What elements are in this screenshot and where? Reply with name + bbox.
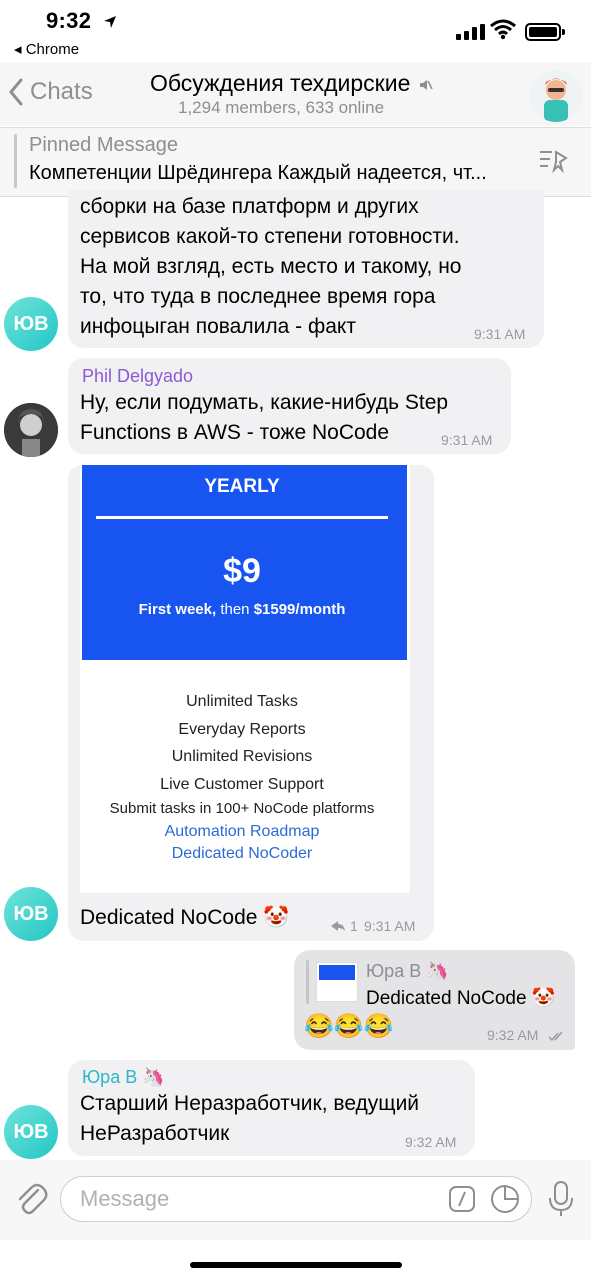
pricing-feature: Unlimited Tasks	[186, 693, 298, 710]
signal-icon	[456, 24, 485, 40]
message-time: 9:31 AM	[474, 326, 526, 342]
reply-indicator	[306, 960, 309, 1004]
chat-title[interactable]: Обсуждения техдирские	[150, 70, 450, 97]
pricing-feature: Unlimited Revisions	[171, 748, 313, 765]
message-text: 😂😂😂	[304, 1013, 394, 1040]
microphone-icon[interactable]	[548, 1180, 574, 1218]
message-time: 9:32 AM	[487, 1027, 539, 1043]
reply-thumbnail	[316, 962, 358, 1002]
avatar[interactable]	[4, 403, 58, 457]
pinned-text: Компетенции Шрёдингера Каждый надеется, …	[29, 162, 487, 184]
message-placeholder: Message	[80, 1186, 170, 1211]
status-time: 9:32	[46, 8, 92, 33]
pricing-plan-heading: YEARLY	[204, 476, 280, 497]
pinned-title: Pinned Message	[29, 134, 178, 156]
message-time: 9:31 AM	[364, 918, 416, 934]
wifi-icon	[490, 19, 516, 40]
avatar[interactable]: ЮВ	[4, 1105, 58, 1159]
read-check-icon	[548, 1031, 563, 1042]
muted-icon	[419, 79, 433, 90]
home-indicator	[190, 1262, 402, 1268]
pricing-divider	[96, 516, 388, 519]
message-text: сборки на базе платформ и других сервисо…	[80, 195, 462, 338]
location-arrow-icon	[104, 16, 116, 28]
forward-count: 1	[350, 918, 358, 934]
message-author[interactable]: Юра В 🦄	[82, 1067, 165, 1088]
reply-author: Юра В 🦄	[366, 961, 449, 981]
chevron-left-icon	[9, 78, 23, 106]
image-caption: Dedicated NoCode 🤡	[80, 906, 290, 929]
reply-text: Dedicated NoCode 🤡	[366, 988, 556, 1009]
back-to-app-link[interactable]: ◂ Chrome	[14, 40, 79, 58]
pin-list-icon[interactable]	[538, 148, 570, 174]
message-author[interactable]: Phil Delgyado	[82, 366, 193, 387]
sticker-icon[interactable]	[490, 1184, 520, 1214]
avatar[interactable]: ЮВ	[4, 887, 58, 941]
pricing-feature: Everyday Reports	[178, 721, 306, 738]
chat-subtitle: 1,294 members, 633 online	[178, 98, 385, 117]
pricing-feature: Submit tasks in 100+ NoCode platforms	[109, 800, 375, 817]
group-avatar[interactable]	[530, 70, 582, 122]
pricing-price: $9	[223, 552, 261, 590]
avatar[interactable]: ЮВ	[4, 297, 58, 351]
pricing-subtitle: First week, then $1599/month	[138, 601, 346, 618]
commands-icon[interactable]	[448, 1185, 476, 1213]
pricing-feature: Live Customer Support	[160, 776, 324, 793]
pinned-indicator	[14, 134, 17, 188]
message-time: 9:31 AM	[441, 432, 493, 448]
battery-icon	[525, 23, 565, 41]
message-time: 9:32 AM	[405, 1134, 457, 1150]
attach-icon[interactable]	[14, 1180, 48, 1216]
back-button[interactable]: Chats	[8, 78, 93, 106]
back-label: Chats	[30, 78, 93, 105]
pricing-link: Automation Roadmap	[164, 823, 320, 840]
forward-icon	[331, 921, 345, 931]
pricing-link: Dedicated NoCoder	[171, 845, 313, 862]
